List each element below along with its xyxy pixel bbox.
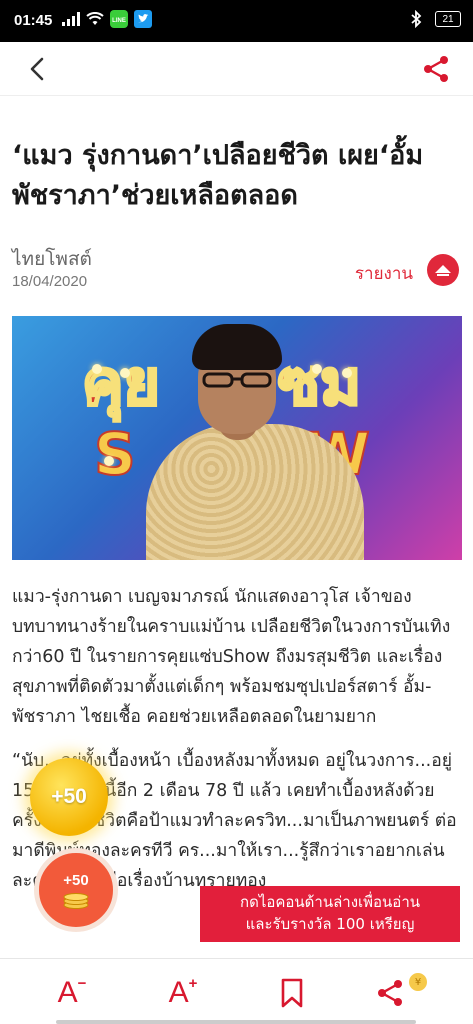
twitter-icon (134, 10, 152, 28)
person-body (146, 424, 364, 560)
font-decrease-button[interactable]: A − (52, 973, 92, 1013)
battery-indicator: 21 (435, 11, 461, 27)
sign-bulb (104, 456, 114, 466)
coin-reward-amount: +50 (63, 871, 89, 889)
font-increase-sup: + (188, 974, 198, 992)
reward-banner-line2: และรับรางวัล 100 เหรียญ (245, 915, 415, 933)
share-icon (378, 980, 402, 1006)
sign-bulb (120, 368, 130, 378)
reward-banner-line1: กดไอคอนด้านล่างเพื่อนอ่าน (240, 893, 420, 911)
coin-bonus-badge[interactable]: +50 (30, 758, 108, 836)
bluetooth-icon (407, 10, 425, 28)
sign-bulb (342, 368, 352, 378)
status-time: 01:45 (14, 12, 53, 29)
show-sign-text: คุย (81, 345, 162, 421)
font-increase-button[interactable]: A + (163, 973, 203, 1013)
glasses-icon (202, 372, 272, 388)
back-button[interactable] (22, 54, 52, 84)
share-reward-button[interactable] (372, 973, 408, 1013)
status-bar: 01:45 LINE 21 (0, 0, 473, 42)
report-link[interactable]: รายงาน (355, 260, 413, 287)
coin-mini-icon: ¥ (408, 972, 428, 992)
wifi-icon (86, 10, 104, 28)
article-paragraph: แมว-รุ่งกานดา เบญจมาภรณ์ นักแสดงอาวุโส เ… (12, 587, 451, 727)
show-sign-text-2: ซม (277, 345, 363, 421)
person-hair (192, 324, 282, 370)
status-right-icons: 21 (407, 10, 461, 28)
report-button[interactable] (427, 254, 459, 286)
article-headline: ‘แมว รุ่งกานดา’เปลือยชีวิต เผย‘อั้ม พัชร… (12, 140, 424, 211)
signal-icon (62, 10, 80, 28)
bookmark-icon (281, 978, 303, 1008)
font-increase-label: A (168, 976, 189, 1009)
status-left-icons: LINE (62, 10, 152, 28)
sign-bulb (312, 364, 322, 374)
reward-banner[interactable]: กดไอคอนด้านล่างเพื่อนอ่าน และรับรางวัล 1… (200, 886, 460, 942)
share-button[interactable] (419, 52, 453, 86)
svg-text:LINE: LINE (112, 18, 126, 24)
share-icon (424, 56, 448, 82)
report-icon (435, 265, 451, 276)
bookmark-button[interactable] (276, 973, 308, 1013)
font-decrease-label: A (57, 976, 78, 1009)
bottom-toolbar: A − A + (0, 958, 473, 1024)
chevron-left-icon (30, 57, 44, 81)
coin-stack-icon (63, 892, 89, 909)
coin-reward-button[interactable]: +50 (34, 848, 118, 932)
sign-bulb (92, 364, 102, 374)
font-decrease-sup: − (77, 974, 87, 992)
app-header (0, 42, 473, 96)
line-app-icon: LINE (110, 10, 128, 28)
home-indicator (56, 1020, 416, 1024)
show-sign-text-3: S (93, 419, 137, 489)
source-name[interactable]: ไทยโพสต์ (12, 244, 92, 274)
publish-date: 18/04/2020 (12, 273, 88, 290)
article-hero-image[interactable]: คุย ซม S W (12, 316, 462, 560)
